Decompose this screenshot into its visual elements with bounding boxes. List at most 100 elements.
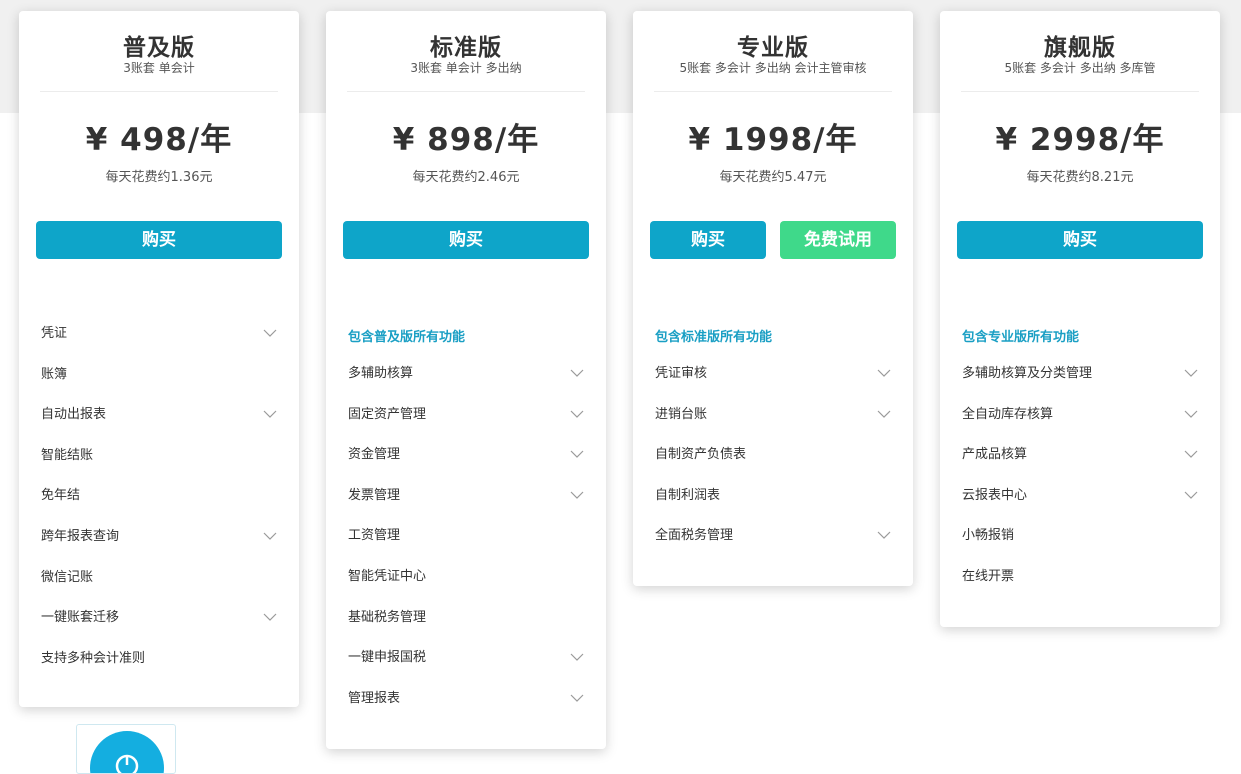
free-trial-button[interactable]: 免费试用 (780, 221, 896, 259)
feature-label: 自制资产负债表 (655, 447, 747, 463)
plan-daily-cost: 每天花费约2.46元 (412, 170, 520, 185)
chevron-down-icon[interactable] (877, 409, 891, 419)
feature-label: 发票管理 (348, 487, 401, 503)
feature-item[interactable]: 多辅助核算 (326, 361, 606, 387)
chevron-down-icon[interactable] (570, 449, 584, 459)
feature-label: 凭证 (41, 326, 68, 341)
feature-label: 自制利润表 (655, 487, 721, 503)
divider (40, 91, 278, 92)
feature-item[interactable]: 全自动库存核算 (940, 402, 1220, 428)
chevron-down-icon[interactable] (877, 530, 891, 540)
plan-price: ¥ 1998/年 (688, 122, 858, 158)
feature-item[interactable]: 凭证 (19, 321, 299, 347)
plan-subtitle: 5账套 多会计 多出纳 会计主管审核 (679, 61, 867, 75)
feature-item[interactable]: 基础税务管理 (326, 605, 606, 631)
chevron-down-icon[interactable] (570, 693, 584, 703)
chevron-down-icon[interactable] (1184, 490, 1198, 500)
feature-item[interactable]: 发票管理 (326, 483, 606, 509)
feature-label: 全面税务管理 (655, 528, 734, 544)
plan-subtitle: 5账套 多会计 多出纳 多库管 (1004, 61, 1156, 75)
chevron-down-icon[interactable] (1184, 409, 1198, 419)
plan-card-standard: 标准版 3账套 单会计 多出纳 ¥ 898/年 每天花费约2.46元 购买 包含… (326, 11, 606, 749)
feature-item[interactable]: 跨年报表查询 (19, 524, 299, 550)
chevron-down-icon[interactable] (263, 531, 277, 541)
buy-button[interactable]: 购买 (957, 221, 1203, 259)
plan-price: ¥ 498/年 (85, 122, 233, 158)
feature-label: 微信记账 (41, 569, 94, 585)
feature-item[interactable]: 一键账套迁移 (19, 605, 299, 631)
plan-card-professional: 专业版 5账套 多会计 多出纳 会计主管审核 ¥ 1998/年 每天花费约5.4… (633, 11, 913, 586)
feature-label: 自动出报表 (41, 407, 107, 423)
feature-label: 管理报表 (348, 690, 401, 706)
feature-item[interactable]: 工资管理 (326, 523, 606, 549)
includes-previous-label: 包含专业版所有功能 (962, 330, 1080, 345)
feature-label: 小畅报销 (962, 528, 1015, 544)
plan-name: 普及版 (123, 35, 195, 61)
buy-button[interactable]: 购买 (343, 221, 589, 259)
feature-label: 在线开票 (962, 569, 1015, 584)
feature-label: 云报表中心 (962, 487, 1028, 503)
plan-price: ¥ 2998/年 (995, 122, 1165, 158)
feature-item[interactable]: 自制资产负债表 (633, 442, 913, 468)
feature-item[interactable]: 微信记账 (19, 565, 299, 591)
plan-name: 标准版 (430, 35, 502, 61)
feature-item[interactable]: 进销台账 (633, 402, 913, 428)
feature-item[interactable]: 支持多种会计准则 (19, 646, 299, 672)
chevron-down-icon[interactable] (570, 490, 584, 500)
includes-previous-label: 包含普及版所有功能 (348, 330, 466, 345)
chevron-down-icon[interactable] (570, 368, 584, 378)
plan-subtitle: 3账套 单会计 (123, 61, 195, 75)
divider (961, 91, 1199, 92)
chevron-down-icon[interactable] (570, 409, 584, 419)
feature-label: 多辅助核算 (348, 366, 414, 381)
feature-item[interactable]: 自动出报表 (19, 402, 299, 428)
feature-label: 账簿 (41, 366, 68, 382)
feature-item[interactable]: 小畅报销 (940, 523, 1220, 549)
feature-label: 凭证审核 (655, 366, 708, 381)
feature-item[interactable]: 免年结 (19, 483, 299, 509)
chevron-down-icon[interactable] (877, 368, 891, 378)
feature-label: 免年结 (41, 488, 81, 504)
buy-button[interactable]: 购买 (650, 221, 766, 259)
buy-button[interactable]: 购买 (36, 221, 282, 259)
customer-service-widget[interactable] (76, 724, 176, 774)
plan-daily-cost: 每天花费约8.21元 (1026, 170, 1134, 185)
feature-item[interactable]: 在线开票 (940, 564, 1220, 590)
divider (347, 91, 585, 92)
feature-label: 一键账套迁移 (41, 610, 120, 626)
feature-label: 产成品核算 (962, 447, 1028, 463)
feature-item[interactable]: 一键申报国税 (326, 645, 606, 671)
feature-label: 资金管理 (348, 447, 401, 463)
feature-label: 一键申报国税 (348, 650, 427, 666)
feature-item[interactable]: 自制利润表 (633, 483, 913, 509)
customer-service-icon (90, 731, 164, 773)
feature-item[interactable]: 多辅助核算及分类管理 (940, 361, 1220, 387)
feature-item[interactable]: 云报表中心 (940, 483, 1220, 509)
plan-card-flagship: 旗舰版 5账套 多会计 多出纳 多库管 ¥ 2998/年 每天花费约8.21元 … (940, 11, 1220, 627)
feature-item[interactable]: 智能结账 (19, 443, 299, 469)
feature-label: 支持多种会计准则 (41, 650, 146, 666)
chevron-down-icon[interactable] (1184, 449, 1198, 459)
plan-name: 旗舰版 (1044, 35, 1116, 61)
feature-item[interactable]: 固定资产管理 (326, 402, 606, 428)
chevron-down-icon[interactable] (1184, 368, 1198, 378)
chevron-down-icon[interactable] (263, 612, 277, 622)
feature-label: 固定资产管理 (348, 406, 427, 422)
chevron-down-icon[interactable] (263, 409, 277, 419)
feature-item[interactable]: 智能凭证中心 (326, 564, 606, 590)
feature-label: 智能结账 (41, 447, 94, 463)
plan-price: ¥ 898/年 (392, 122, 540, 158)
feature-item[interactable]: 资金管理 (326, 442, 606, 468)
feature-item[interactable]: 账簿 (19, 362, 299, 388)
chevron-down-icon[interactable] (263, 328, 277, 338)
chevron-down-icon[interactable] (570, 652, 584, 662)
feature-label: 进销台账 (655, 406, 708, 422)
includes-previous-label: 包含标准版所有功能 (655, 330, 773, 345)
feature-item[interactable]: 凭证审核 (633, 361, 913, 387)
plan-card-basic: 普及版 3账套 单会计 ¥ 498/年 每天花费约1.36元 购买 凭证 账簿 自动… (19, 11, 299, 707)
feature-item[interactable]: 全面税务管理 (633, 523, 913, 549)
feature-item[interactable]: 管理报表 (326, 686, 606, 712)
plan-subtitle: 3账套 单会计 多出纳 (410, 61, 522, 75)
feature-label: 跨年报表查询 (41, 529, 120, 544)
feature-item[interactable]: 产成品核算 (940, 442, 1220, 468)
